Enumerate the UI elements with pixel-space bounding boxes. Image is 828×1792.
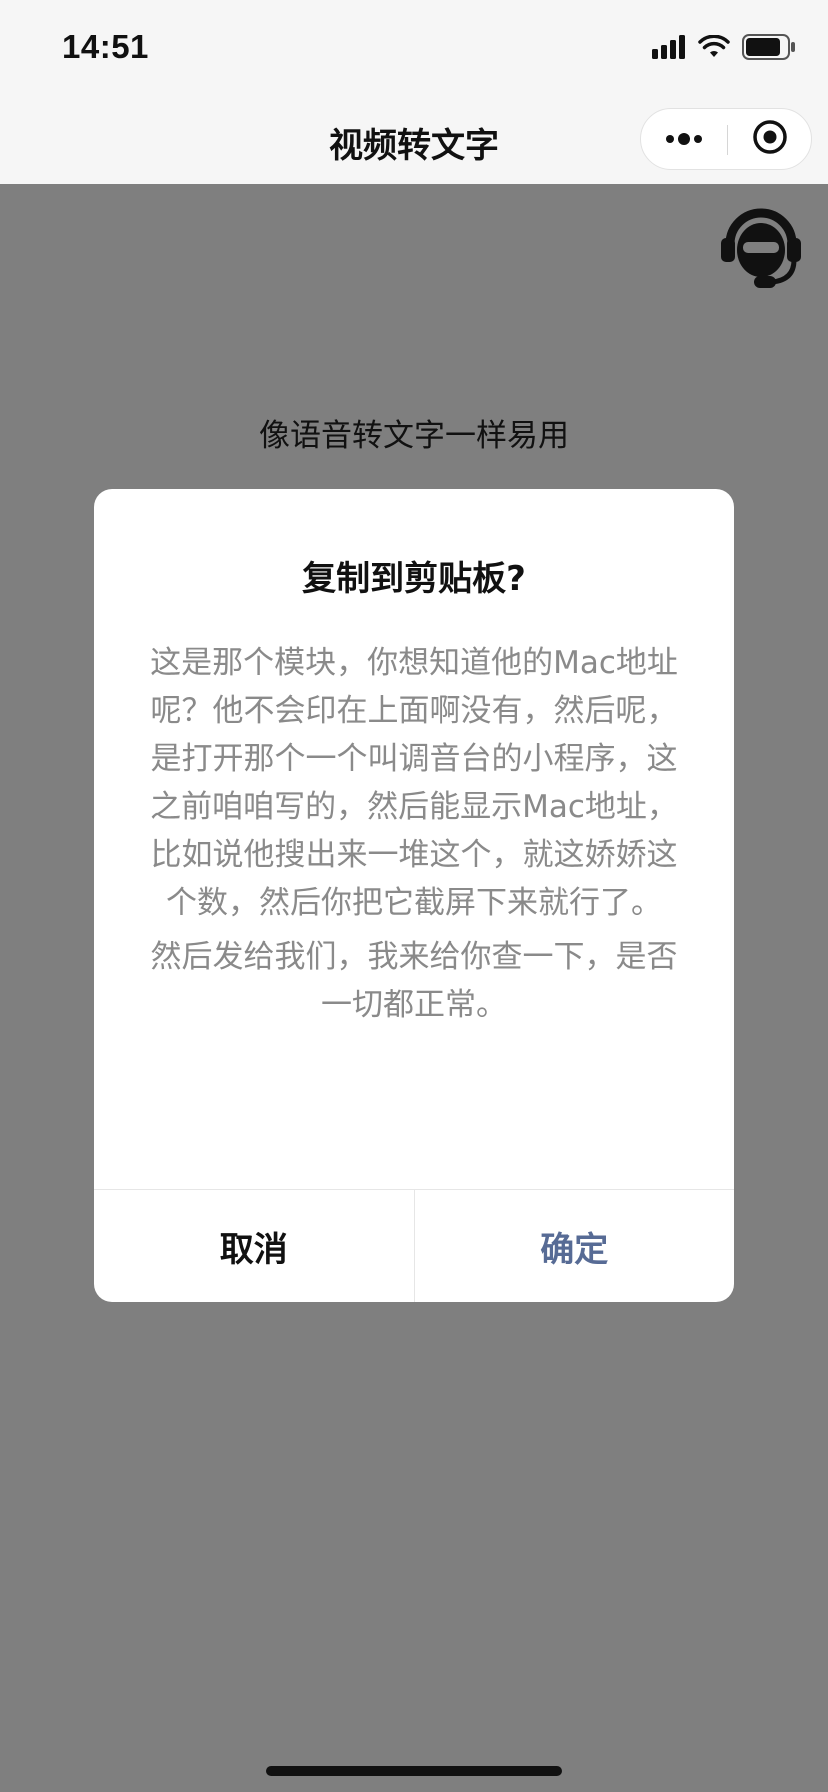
battery-icon <box>742 34 796 64</box>
dialog-paragraph: 这是那个模块，你想知道他的Mac地址呢？他不会印在上面啊没有，然后呢，是打开那个… <box>150 645 678 921</box>
copy-clipboard-dialog: 复制到剪贴板? 这是那个模块，你想知道他的Mac地址呢？他不会印在上面啊没有，然… <box>94 489 734 1302</box>
close-miniprogram-button[interactable] <box>728 109 812 169</box>
close-miniprogram-icon <box>752 119 788 159</box>
signal-icon <box>652 35 686 63</box>
cancel-button[interactable]: 取消 <box>94 1190 415 1302</box>
dialog-paragraph: 然后发给我们，我来给你查一下，是否一切都正常。 <box>150 939 678 1023</box>
dialog-actions: 取消 确定 <box>94 1189 734 1302</box>
page-subtitle: 像语音转文字一样易用 <box>259 418 569 454</box>
dialog-title: 复制到剪贴板? <box>302 559 526 599</box>
system-icons <box>652 34 796 64</box>
miniprogram-capsule <box>640 108 812 170</box>
status-bar: 14:51 <box>0 0 828 92</box>
navigation-bar: 视频转文字 <box>0 92 828 184</box>
dialog-content: 这是那个模块，你想知道他的Mac地址呢？他不会印在上面啊没有，然后呢，是打开那个… <box>150 639 678 1035</box>
status-time: 14:51 <box>62 28 149 65</box>
wifi-icon <box>698 34 730 63</box>
confirm-button[interactable]: 确定 <box>415 1190 735 1302</box>
home-indicator[interactable] <box>266 1766 562 1776</box>
customer-service-icon[interactable] <box>716 204 806 292</box>
more-icon <box>664 130 704 149</box>
more-button[interactable] <box>641 109 727 169</box>
